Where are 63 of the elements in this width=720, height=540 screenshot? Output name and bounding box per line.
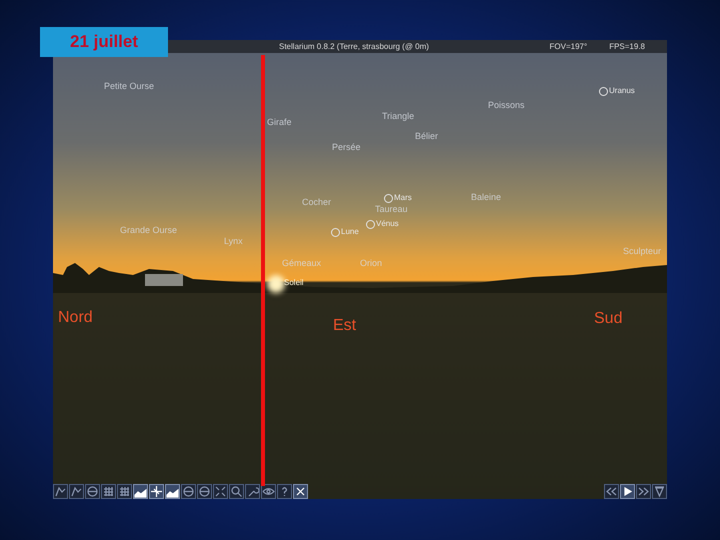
fast-forward-icon [637,485,650,498]
toolbar-button[interactable] [149,484,164,499]
constellation-label: Taureau [375,203,408,216]
toolbar-button[interactable] [293,484,308,499]
slide-title: 21 juillet [40,27,168,57]
constellation-lines-icon [54,485,67,498]
planet-label: Mars [394,192,412,204]
toolbar-button[interactable] [69,484,84,499]
toolbar-button[interactable] [636,484,651,499]
grid-icon [118,485,131,498]
constellation-label: Grande Ourse [120,224,178,237]
planet-marker-icon [366,220,375,228]
toolbar-button[interactable] [53,484,68,499]
expand-icon [214,485,227,498]
constellation-label: Cocher [302,196,332,209]
constellation-label: Poissons [488,99,525,112]
planet-label: Uranus [609,85,635,97]
constellation-label: Sculpteur [623,245,662,258]
planet-label: Vénus [376,218,399,230]
toolbar-button[interactable] [229,484,244,499]
cardinal-point-label: Est [333,316,356,336]
globe-icon [198,485,211,498]
constellation-label: Orion [360,257,382,270]
compass-icon [150,485,163,498]
toolbar-button[interactable] [213,484,228,499]
constellation-label: Persée [332,141,361,154]
toolbar-button[interactable] [165,484,180,499]
window-title: Stellarium 0.8.2 (Terre, strasbourg (@ 0m) [279,40,429,52]
constellation-label: Triangle [382,110,414,123]
building-drawing [145,274,183,286]
planet-marker-icon [384,194,393,202]
constellation-label: Girafe [267,116,292,129]
constellation-lines-icon [70,485,83,498]
cardinal-point-label: Sud [594,309,622,329]
sun-glow [267,275,285,293]
toolbar-button[interactable] [620,484,635,499]
search-icon [230,485,243,498]
toolbar-button[interactable] [101,484,116,499]
toolbar-button[interactable] [277,484,292,499]
globe-icon [182,485,195,498]
fps-readout: FPS=19.8 [609,40,645,52]
toolbar-button[interactable] [181,484,196,499]
constellation-label: Gémeaux [282,257,322,270]
globe-icon [86,485,99,498]
planet-marker-icon [599,86,608,96]
toolbar-button[interactable] [604,484,619,499]
planet-marker-icon [331,228,340,236]
cardinal-point-label: Nord [58,308,93,328]
constellation-label: Bélier [415,130,438,143]
rewind-icon [605,485,618,498]
toolbar-button[interactable] [261,484,276,499]
constellation-label: Petite Ourse [104,80,154,93]
constellation-label: Baleine [471,191,502,204]
eye-icon [262,485,275,498]
toolbar-button[interactable] [197,484,212,499]
constellation-label: Lynx [224,235,243,248]
close-icon [294,485,307,498]
planet-label: Lune [341,226,359,238]
toolbar-button[interactable] [117,484,132,499]
toolbar-button[interactable] [133,484,148,499]
toolbar-button[interactable] [85,484,100,499]
grid-icon [102,485,115,498]
fov-readout: FOV=197° [550,40,588,52]
